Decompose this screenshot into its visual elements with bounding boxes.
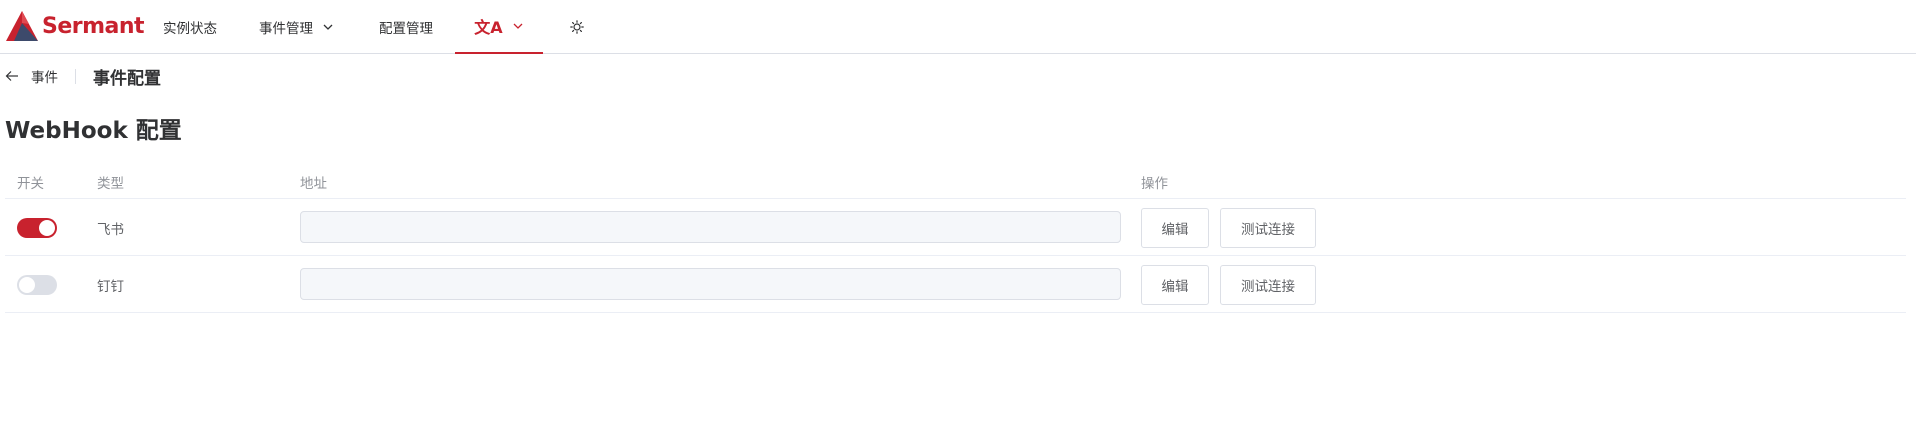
language-switcher[interactable]: 文A [455,0,543,54]
sun-icon [570,20,584,34]
type-cell: 钉钉 [97,279,124,295]
switch-knob [19,277,35,293]
test-connection-button[interactable]: 测试连接 [1220,208,1316,248]
brand-name: Sermant [42,13,145,39]
breadcrumb-divider [75,68,76,84]
enable-switch-dingtalk[interactable] [17,275,57,295]
test-connection-button[interactable]: 测试连接 [1220,265,1316,305]
translate-icon: 文A [474,18,503,37]
column-header-actions: 操作 [1141,176,1168,192]
nav-item-config-management[interactable]: 配置管理 [379,0,433,54]
page-title: 事件配置 [93,68,161,89]
section-title: WebHook 配置 [5,118,182,144]
switch-knob [39,220,55,236]
nav-item-label: 配置管理 [379,21,433,37]
column-header-address: 地址 [300,176,327,192]
type-cell: 飞书 [97,222,124,238]
back-link[interactable]: 事件 [31,66,58,86]
arrow-left-icon[interactable] [5,69,19,83]
sermant-logo-icon [6,11,38,41]
nav-item-instance-status[interactable]: 实例状态 [163,0,217,54]
enable-switch-feishu[interactable] [17,218,57,238]
top-header: Sermant 实例状态 事件管理 配置管理 文A [0,0,1916,54]
theme-toggle[interactable] [570,0,584,54]
nav-item-event-management[interactable]: 事件管理 [259,0,334,54]
column-header-type: 类型 [97,176,124,192]
address-input-dingtalk[interactable] [300,268,1121,300]
webhook-table: 开关 类型 地址 操作 飞书 编辑 测试连接 钉钉 编辑 测试连接 [5,163,1906,313]
breadcrumb: 事件 事件配置 [5,65,161,89]
table-row-dingtalk: 钉钉 编辑 测试连接 [5,256,1906,313]
nav-item-label: 实例状态 [163,21,217,37]
table-header: 开关 类型 地址 操作 [5,163,1906,199]
edit-button[interactable]: 编辑 [1141,208,1209,248]
nav-item-label: 事件管理 [259,21,313,37]
logo[interactable]: Sermant [5,6,145,46]
column-header-switch: 开关 [17,176,44,192]
address-input-feishu[interactable] [300,211,1121,243]
edit-button[interactable]: 编辑 [1141,265,1209,305]
table-row-feishu: 飞书 编辑 测试连接 [5,199,1906,256]
chevron-down-icon [323,24,333,30]
chevron-down-icon [513,23,523,29]
